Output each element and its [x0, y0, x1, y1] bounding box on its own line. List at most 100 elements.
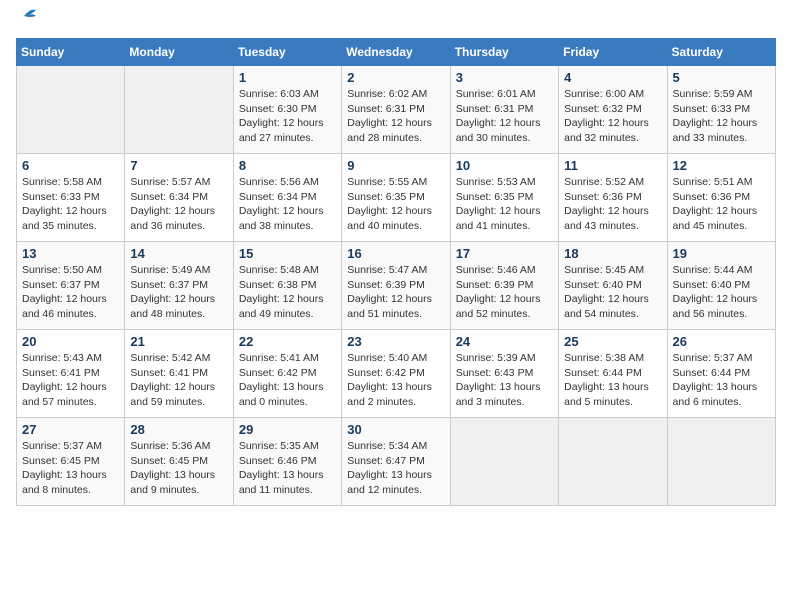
calendar-header-row: SundayMondayTuesdayWednesdayThursdayFrid…: [17, 39, 776, 66]
calendar-cell: 24 Sunrise: 5:39 AM Sunset: 6:43 PM Dayli…: [450, 330, 558, 418]
day-info: Sunrise: 5:34 AM Sunset: 6:47 PM Dayligh…: [347, 439, 444, 498]
calendar-week-row: 6 Sunrise: 5:58 AM Sunset: 6:33 PM Daylig…: [17, 154, 776, 242]
calendar-cell: 4 Sunrise: 6:00 AM Sunset: 6:32 PM Daylig…: [559, 66, 667, 154]
calendar-cell: 2 Sunrise: 6:02 AM Sunset: 6:31 PM Daylig…: [342, 66, 450, 154]
day-number: 10: [456, 158, 553, 173]
day-number: 1: [239, 70, 336, 85]
day-info: Sunrise: 5:43 AM Sunset: 6:41 PM Dayligh…: [22, 351, 119, 410]
calendar-cell: 20Sunrise: 5:43 AM Sunset: 6:41 PM Dayli…: [17, 330, 125, 418]
day-info: Sunrise: 5:49 AM Sunset: 6:37 PM Dayligh…: [130, 263, 227, 322]
calendar-cell: [667, 418, 775, 506]
day-number: 30: [347, 422, 444, 437]
day-number: 22: [239, 334, 336, 349]
calendar-table: SundayMondayTuesdayWednesdayThursdayFrid…: [16, 38, 776, 506]
day-number: 16: [347, 246, 444, 261]
logo: [16, 16, 38, 26]
calendar-week-row: 27 Sunrise: 5:37 AM Sunset: 6:45 PM Dayli…: [17, 418, 776, 506]
col-header-friday: Friday: [559, 39, 667, 66]
day-info: Sunrise: 5:58 AM Sunset: 6:33 PM Dayligh…: [22, 175, 119, 234]
calendar-cell: 6 Sunrise: 5:58 AM Sunset: 6:33 PM Daylig…: [17, 154, 125, 242]
calendar-cell: 3 Sunrise: 6:01 AM Sunset: 6:31 PM Daylig…: [450, 66, 558, 154]
day-info: Sunrise: 6:02 AM Sunset: 6:31 PM Dayligh…: [347, 87, 444, 146]
day-number: 15: [239, 246, 336, 261]
calendar-cell: 7Sunrise: 5:57 AM Sunset: 6:34 PM Daylig…: [125, 154, 233, 242]
calendar-cell: 18 Sunrise: 5:45 AM Sunset: 6:40 PM Dayli…: [559, 242, 667, 330]
calendar-cell: 5 Sunrise: 5:59 AM Sunset: 6:33 PM Daylig…: [667, 66, 775, 154]
day-info: Sunrise: 5:37 AM Sunset: 6:45 PM Dayligh…: [22, 439, 119, 498]
day-number: 5: [673, 70, 770, 85]
day-info: Sunrise: 5:48 AM Sunset: 6:38 PM Dayligh…: [239, 263, 336, 322]
calendar-cell: 14 Sunrise: 5:49 AM Sunset: 6:37 PM Dayli…: [125, 242, 233, 330]
calendar-cell: 16 Sunrise: 5:47 AM Sunset: 6:39 PM Dayli…: [342, 242, 450, 330]
calendar-week-row: 20Sunrise: 5:43 AM Sunset: 6:41 PM Dayli…: [17, 330, 776, 418]
logo-bird-icon: [10, 6, 38, 26]
day-info: Sunrise: 5:44 AM Sunset: 6:40 PM Dayligh…: [673, 263, 770, 322]
day-number: 27: [22, 422, 119, 437]
col-header-thursday: Thursday: [450, 39, 558, 66]
calendar-body: 1 Sunrise: 6:03 AM Sunset: 6:30 PM Daylig…: [17, 66, 776, 506]
day-number: 2: [347, 70, 444, 85]
day-info: Sunrise: 6:00 AM Sunset: 6:32 PM Dayligh…: [564, 87, 661, 146]
day-number: 3: [456, 70, 553, 85]
day-info: Sunrise: 5:53 AM Sunset: 6:35 PM Dayligh…: [456, 175, 553, 234]
day-number: 17: [456, 246, 553, 261]
calendar-cell: 19 Sunrise: 5:44 AM Sunset: 6:40 PM Dayli…: [667, 242, 775, 330]
page-header: [16, 16, 776, 26]
day-info: Sunrise: 5:59 AM Sunset: 6:33 PM Dayligh…: [673, 87, 770, 146]
day-number: 8: [239, 158, 336, 173]
day-info: Sunrise: 5:57 AM Sunset: 6:34 PM Dayligh…: [130, 175, 227, 234]
day-number: 29: [239, 422, 336, 437]
day-number: 6: [22, 158, 119, 173]
calendar-cell: [125, 66, 233, 154]
day-info: Sunrise: 6:01 AM Sunset: 6:31 PM Dayligh…: [456, 87, 553, 146]
day-info: Sunrise: 5:40 AM Sunset: 6:42 PM Dayligh…: [347, 351, 444, 410]
day-number: 11: [564, 158, 661, 173]
day-number: 14: [130, 246, 227, 261]
day-info: Sunrise: 5:56 AM Sunset: 6:34 PM Dayligh…: [239, 175, 336, 234]
day-number: 13: [22, 246, 119, 261]
day-number: 28: [130, 422, 227, 437]
calendar-week-row: 13 Sunrise: 5:50 AM Sunset: 6:37 PM Dayli…: [17, 242, 776, 330]
col-header-tuesday: Tuesday: [233, 39, 341, 66]
calendar-cell: 25Sunrise: 5:38 AM Sunset: 6:44 PM Dayli…: [559, 330, 667, 418]
day-info: Sunrise: 5:55 AM Sunset: 6:35 PM Dayligh…: [347, 175, 444, 234]
day-number: 9: [347, 158, 444, 173]
day-info: Sunrise: 5:36 AM Sunset: 6:45 PM Dayligh…: [130, 439, 227, 498]
day-info: Sunrise: 5:50 AM Sunset: 6:37 PM Dayligh…: [22, 263, 119, 322]
calendar-cell: 12Sunrise: 5:51 AM Sunset: 6:36 PM Dayli…: [667, 154, 775, 242]
calendar-cell: 22 Sunrise: 5:41 AM Sunset: 6:42 PM Dayli…: [233, 330, 341, 418]
calendar-cell: 13 Sunrise: 5:50 AM Sunset: 6:37 PM Dayli…: [17, 242, 125, 330]
day-number: 21: [130, 334, 227, 349]
day-info: Sunrise: 5:37 AM Sunset: 6:44 PM Dayligh…: [673, 351, 770, 410]
day-number: 26: [673, 334, 770, 349]
day-number: 18: [564, 246, 661, 261]
day-info: Sunrise: 5:35 AM Sunset: 6:46 PM Dayligh…: [239, 439, 336, 498]
day-info: Sunrise: 5:51 AM Sunset: 6:36 PM Dayligh…: [673, 175, 770, 234]
calendar-cell: 29 Sunrise: 5:35 AM Sunset: 6:46 PM Dayli…: [233, 418, 341, 506]
col-header-monday: Monday: [125, 39, 233, 66]
day-number: 19: [673, 246, 770, 261]
day-number: 4: [564, 70, 661, 85]
calendar-cell: 10 Sunrise: 5:53 AM Sunset: 6:35 PM Dayli…: [450, 154, 558, 242]
day-info: Sunrise: 5:42 AM Sunset: 6:41 PM Dayligh…: [130, 351, 227, 410]
col-header-sunday: Sunday: [17, 39, 125, 66]
day-info: Sunrise: 6:03 AM Sunset: 6:30 PM Dayligh…: [239, 87, 336, 146]
calendar-cell: 17 Sunrise: 5:46 AM Sunset: 6:39 PM Dayli…: [450, 242, 558, 330]
day-info: Sunrise: 5:47 AM Sunset: 6:39 PM Dayligh…: [347, 263, 444, 322]
day-info: Sunrise: 5:46 AM Sunset: 6:39 PM Dayligh…: [456, 263, 553, 322]
day-info: Sunrise: 5:41 AM Sunset: 6:42 PM Dayligh…: [239, 351, 336, 410]
day-info: Sunrise: 5:45 AM Sunset: 6:40 PM Dayligh…: [564, 263, 661, 322]
col-header-wednesday: Wednesday: [342, 39, 450, 66]
day-info: Sunrise: 5:39 AM Sunset: 6:43 PM Dayligh…: [456, 351, 553, 410]
calendar-cell: [559, 418, 667, 506]
day-number: 24: [456, 334, 553, 349]
calendar-cell: 28 Sunrise: 5:36 AM Sunset: 6:45 PM Dayli…: [125, 418, 233, 506]
calendar-cell: 21 Sunrise: 5:42 AM Sunset: 6:41 PM Dayli…: [125, 330, 233, 418]
calendar-cell: [17, 66, 125, 154]
col-header-saturday: Saturday: [667, 39, 775, 66]
calendar-cell: 11Sunrise: 5:52 AM Sunset: 6:36 PM Dayli…: [559, 154, 667, 242]
day-info: Sunrise: 5:38 AM Sunset: 6:44 PM Dayligh…: [564, 351, 661, 410]
calendar-cell: 27 Sunrise: 5:37 AM Sunset: 6:45 PM Dayli…: [17, 418, 125, 506]
day-number: 23: [347, 334, 444, 349]
calendar-cell: 1 Sunrise: 6:03 AM Sunset: 6:30 PM Daylig…: [233, 66, 341, 154]
